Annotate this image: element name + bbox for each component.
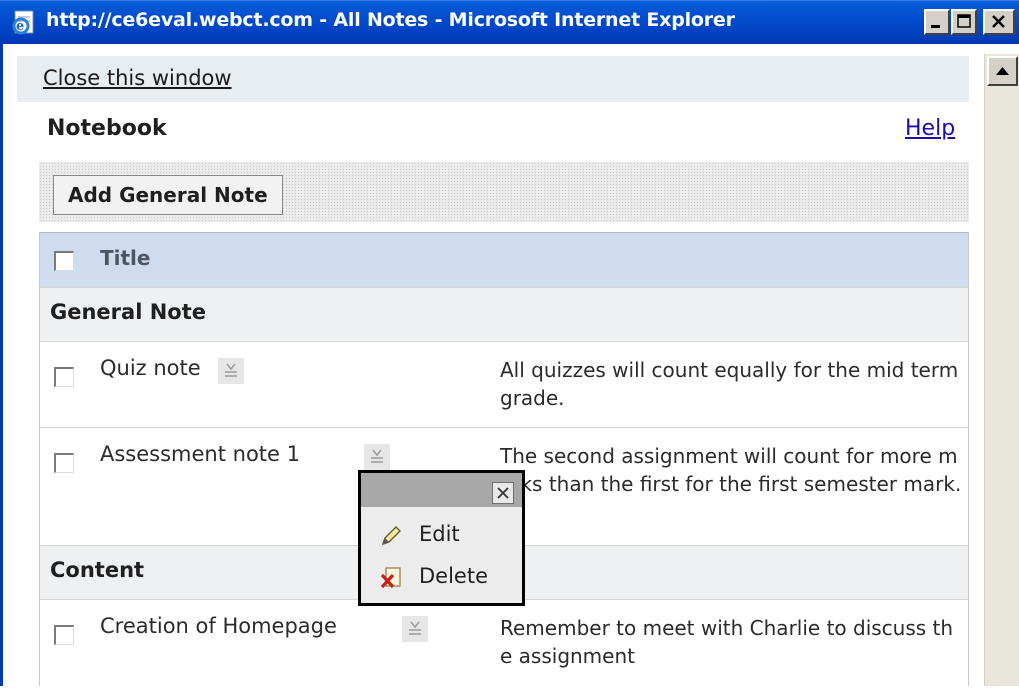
page-title: Notebook [47, 116, 167, 141]
column-header-title[interactable]: Title [100, 246, 150, 270]
minimize-button[interactable] [924, 9, 950, 35]
row-checkbox[interactable] [54, 625, 74, 645]
table-row: Quiz note All quizzes will count equally… [40, 341, 968, 427]
menu-item-label: Delete [419, 564, 488, 588]
action-popup-menu: Edit Delete [358, 470, 525, 606]
menu-item-delete[interactable]: Delete [373, 561, 518, 595]
row-checkbox[interactable] [54, 367, 74, 387]
close-window-link[interactable]: Close this window [43, 66, 232, 90]
close-icon [497, 487, 509, 499]
add-general-note-button[interactable]: Add General Note [53, 175, 283, 215]
select-all-checkbox[interactable] [54, 251, 74, 271]
action-menu-icon[interactable] [218, 358, 244, 384]
minimize-icon [931, 25, 940, 28]
close-icon [992, 15, 1005, 28]
help-link[interactable]: Help [905, 116, 955, 141]
popup-close-button[interactable] [492, 482, 514, 504]
note-title[interactable]: Creation of Homepage [100, 614, 337, 638]
menu-item-label: Edit [419, 522, 460, 546]
ie-page-icon: e [10, 8, 38, 36]
popup-header [361, 473, 522, 507]
group-label: General Note [50, 300, 206, 324]
maximize-button[interactable] [951, 9, 977, 35]
group-row-general-note: General Note [40, 287, 968, 341]
action-menu-icon[interactable] [402, 616, 428, 642]
note-description: The second assignment will count for mor… [500, 444, 962, 496]
scroll-up-arrow-icon [996, 67, 1009, 75]
delete-icon [379, 566, 403, 590]
window-title-bar[interactable]: e http://ce6eval.webct.com - All Notes -… [0, 0, 1019, 44]
note-title[interactable]: Quiz note [100, 356, 201, 380]
pencil-icon [379, 524, 403, 548]
table-row: Creation of Homepage Remember to meet wi… [40, 599, 968, 689]
note-title[interactable]: Assessment note 1 [100, 442, 300, 466]
note-description: All quizzes will count equally for the m… [500, 358, 959, 410]
menu-item-edit[interactable]: Edit [373, 519, 518, 553]
svg-text:e: e [16, 19, 24, 34]
row-checkbox[interactable] [54, 453, 74, 473]
table-header: Title [40, 233, 968, 287]
group-label: Content [50, 558, 145, 582]
toolbar: Add General Note [39, 162, 969, 222]
notes-table: Title General Note Quiz note All quizzes… [39, 232, 969, 689]
window-close-button[interactable] [983, 9, 1015, 35]
maximize-icon [957, 14, 971, 28]
action-menu-icon[interactable] [364, 444, 390, 470]
window-title: http://ce6eval.webct.com - All Notes - M… [46, 9, 735, 31]
vertical-scrollbar[interactable] [984, 54, 1019, 686]
scroll-up-button[interactable] [987, 56, 1018, 86]
note-description: Remember to meet with Charlie to discuss… [500, 616, 954, 668]
